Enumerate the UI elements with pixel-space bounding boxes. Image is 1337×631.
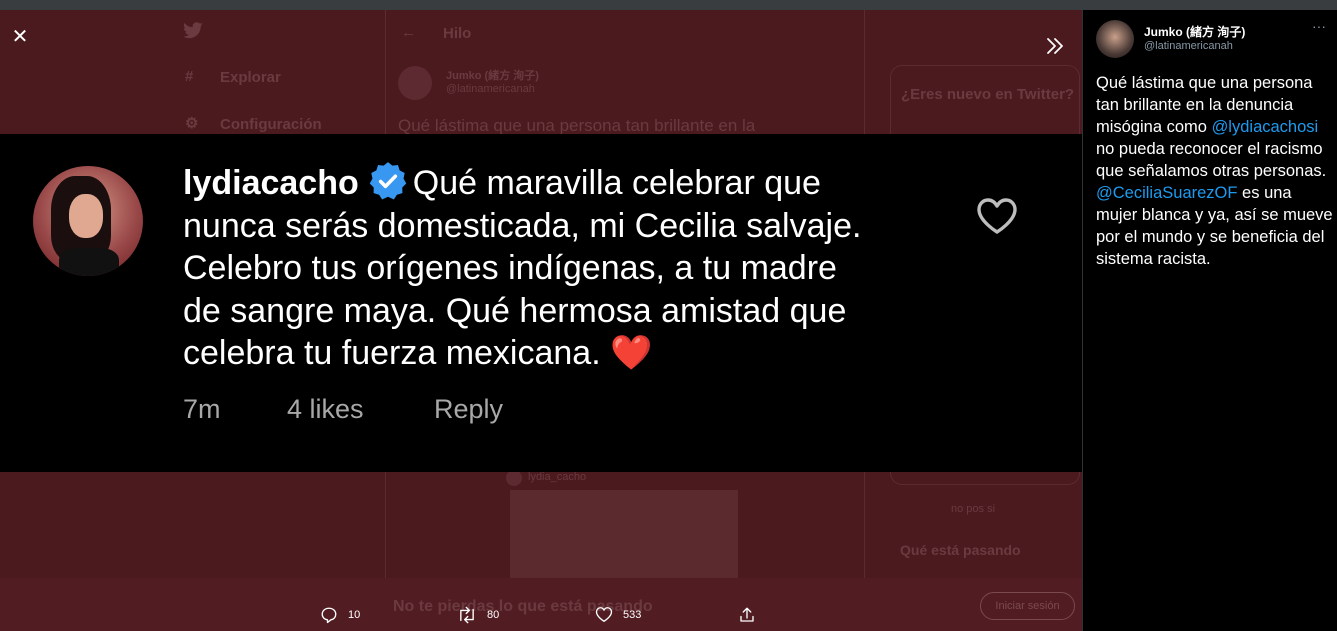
comment-line-5: celebra tu fuerza mexicana. bbox=[183, 334, 601, 372]
reply-icon bbox=[321, 607, 337, 623]
bg-reply-handle: lydia_cacho bbox=[528, 471, 587, 483]
close-icon[interactable]: ✕ bbox=[8, 25, 32, 49]
verified-badge-icon bbox=[369, 162, 407, 200]
browser-top-strip bbox=[0, 0, 1337, 10]
bg-reply-avatar bbox=[506, 470, 522, 486]
comment-username: lydiacacho bbox=[183, 164, 359, 202]
retweet-icon bbox=[460, 606, 474, 623]
bg-side-new: ¿Eres nuevo en Twitter? bbox=[901, 86, 1075, 103]
more-dots-icon[interactable]: ··· bbox=[1309, 19, 1329, 35]
comment-likes: 4 likes bbox=[287, 394, 364, 424]
tweet-sidebar: Jumko (緒方 洵子) @latinamericanah ··· Qué l… bbox=[1082, 10, 1337, 631]
like-count: 533 bbox=[623, 608, 642, 621]
bg-thread-title: Hilo bbox=[443, 25, 472, 42]
bg-nav-explore: Explorar bbox=[220, 69, 281, 86]
mention-lydiacachosi[interactable]: @lydiacachosi bbox=[1212, 118, 1319, 136]
comment-line-4: de sangre maya. Qué hermosa amistad que bbox=[183, 291, 847, 330]
comment-line-3: Celebro tus orígenes indígenas, a tu mad… bbox=[183, 249, 837, 287]
bg-thread-author: Jumko (緒方 洵子) bbox=[446, 70, 539, 82]
comment-time: 7m bbox=[183, 394, 221, 424]
bg-thread-text: Qué lástima que una persona tan brillant… bbox=[398, 116, 756, 135]
avatar-face bbox=[69, 194, 103, 238]
retweet-action[interactable]: 80 bbox=[457, 598, 499, 631]
author-avatar[interactable] bbox=[1096, 20, 1134, 58]
reply-action[interactable]: 10 bbox=[320, 598, 360, 631]
bg-thread-handle: @latinamericanah bbox=[446, 83, 535, 95]
heart-icon bbox=[595, 607, 613, 622]
red-heart-emoji: ❤️ bbox=[610, 334, 653, 372]
bg-side-nopos: no pos si bbox=[951, 503, 996, 515]
author-name[interactable]: Jumko (緒方 洵子) bbox=[1144, 23, 1245, 40]
tweet-action-bar: 10 80 533 bbox=[0, 598, 1082, 631]
bg-back-arrow-icon: ← bbox=[401, 24, 416, 41]
instagram-comment-image[interactable]: lydiacacho Qué maravilla celebrar que nu… bbox=[0, 134, 1082, 472]
commenter-avatar bbox=[33, 166, 143, 276]
bg-gear-icon: ⚙ bbox=[185, 115, 199, 132]
bg-side-happening: Qué está pasando bbox=[900, 542, 1021, 558]
bg-hash-icon: # bbox=[185, 68, 194, 85]
avatar-body bbox=[59, 248, 119, 276]
share-action[interactable] bbox=[738, 598, 756, 631]
comment-line-1: Qué maravilla celebrar que bbox=[412, 164, 821, 202]
retweet-count: 80 bbox=[487, 608, 500, 621]
heart-outline-icon bbox=[977, 198, 1017, 234]
tweet-text: Qué lástima que una persona tan brillant… bbox=[1096, 72, 1336, 270]
comment-text: lydiacacho Qué maravilla celebrar que nu… bbox=[183, 160, 963, 375]
tweet-body-2: no pueda reconocer el racismo que señala… bbox=[1096, 140, 1327, 180]
share-icon bbox=[740, 607, 754, 622]
like-action[interactable]: 533 bbox=[595, 598, 641, 631]
mention-ceciliasuarezof[interactable]: @CeciliaSuarezOF bbox=[1096, 184, 1237, 202]
bg-thread-avatar bbox=[398, 66, 432, 100]
comment-reply: Reply bbox=[434, 394, 504, 424]
reply-count: 10 bbox=[348, 608, 361, 621]
bg-nav-settings: Configuración bbox=[220, 116, 322, 133]
comment-line-2: nunca serás domesticada, mi Cecilia salv… bbox=[183, 206, 862, 245]
author-handle[interactable]: @latinamericanah bbox=[1144, 40, 1233, 52]
chevrons-right-icon[interactable] bbox=[1043, 34, 1067, 58]
